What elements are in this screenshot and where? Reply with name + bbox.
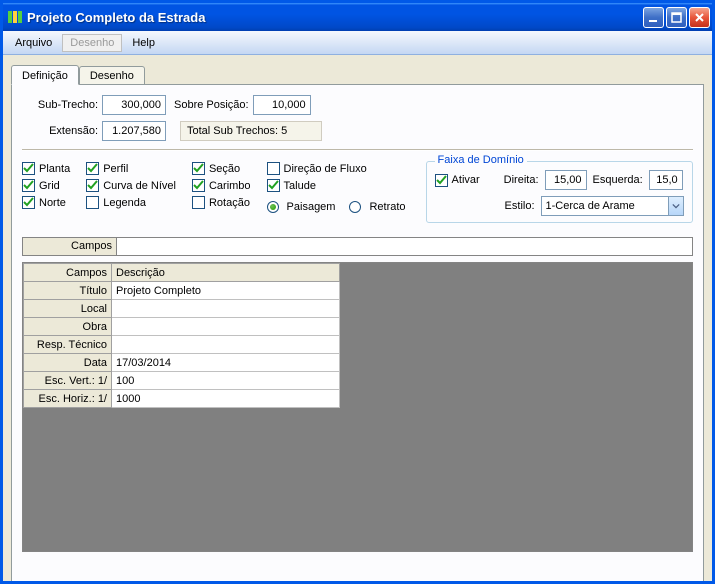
app-window: Projeto Completo da Estrada Arquivo Dese… [0,0,715,584]
app-icon [7,9,23,25]
direita-input[interactable] [545,170,587,190]
maximize-button[interactable] [666,7,687,28]
data-grid[interactable]: Campos Descrição TítuloProjeto Completo … [23,263,340,408]
chk-talude-label: Talude [284,180,316,192]
table-row: Campos Descrição [24,264,340,282]
table-row: Esc. Horiz.: 1/1000 [24,390,340,408]
chk-norte-label: Norte [39,197,66,209]
top-fields-row1: Sub-Trecho: Sobre Posição: [22,95,693,115]
sub-trecho-label: Sub-Trecho: [22,99,98,111]
content-area: Definição Desenho Sub-Trecho: Sobre Posi… [3,55,712,581]
estilo-value: 1-Cerca de Arame [542,200,668,212]
window-controls [643,7,710,28]
menu-arquivo[interactable]: Arquivo [7,34,60,52]
sobre-posicao-input[interactable] [253,95,311,115]
sobre-posicao-label: Sobre Posição: [174,99,249,111]
menu-desenho: Desenho [62,34,122,52]
chk-curva-nivel-label: Curva de Nível [103,180,176,192]
chk-secao[interactable] [192,162,205,175]
extensao-input[interactable] [102,121,166,141]
chk-planta-label: Planta [39,163,70,175]
estilo-combo[interactable]: 1-Cerca de Arame [541,196,684,216]
total-sub-trechos: Total Sub Trechos: 5 [180,121,322,141]
chk-rotacao[interactable] [192,196,205,209]
radio-retrato-label: Retrato [369,201,405,213]
tab-strip: Definição Desenho [11,63,704,84]
chk-perfil-label: Perfil [103,163,128,175]
chk-curva-nivel[interactable] [86,179,99,192]
radio-paisagem[interactable] [267,201,279,213]
chk-perfil[interactable] [86,162,99,175]
radio-paisagem-label: Paisagem [287,201,336,213]
menu-help[interactable]: Help [124,34,163,52]
chk-ativar-label: Ativar [452,174,480,186]
chk-grid[interactable] [22,179,35,192]
table-row: Obra [24,318,340,336]
sub-trecho-input[interactable] [102,95,166,115]
campos-header-label: Campos [22,237,117,256]
chk-ativar[interactable] [435,174,448,187]
chk-direcao-fluxo-label: Direção de Fluxo [284,163,367,175]
chk-legenda-label: Legenda [103,197,146,209]
table-row: Esc. Vert.: 1/100 [24,372,340,390]
faixa-legend: Faixa de Domínio [435,154,527,166]
radio-retrato[interactable] [349,201,361,213]
tab-definicao[interactable]: Definição [11,65,79,85]
grid-col-descricao: Descrição [112,264,340,282]
chevron-down-icon [668,197,683,215]
grid-col-campos: Campos [24,264,112,282]
options-area: Planta Grid Norte Perfil Curva de Nível … [22,161,693,223]
chk-carimbo-label: Carimbo [209,180,251,192]
table-row: TítuloProjeto Completo [24,282,340,300]
campos-header-row: Campos [22,237,693,256]
chk-grid-label: Grid [39,180,60,192]
chk-planta[interactable] [22,162,35,175]
table-row: Data17/03/2014 [24,354,340,372]
esquerda-input[interactable] [649,170,683,190]
extensao-label: Extensão: [22,125,98,137]
chk-direcao-fluxo[interactable] [267,162,280,175]
chk-carimbo[interactable] [192,179,205,192]
window-title: Projeto Completo da Estrada [27,10,643,25]
close-button[interactable] [689,7,710,28]
estilo-label: Estilo: [505,200,535,212]
esquerda-label: Esquerda: [593,174,643,186]
table-row: Local [24,300,340,318]
chk-talude[interactable] [267,179,280,192]
chk-norte[interactable] [22,196,35,209]
faixa-dominio-fieldset: Faixa de Domínio Ativar Direita: Esquerd… [426,161,693,223]
minimize-button[interactable] [643,7,664,28]
tab-desenho[interactable]: Desenho [79,66,145,84]
separator [22,149,693,151]
tab-panel-definicao: Sub-Trecho: Sobre Posição: Extensão: Tot… [11,84,704,581]
menu-bar: Arquivo Desenho Help [3,31,712,55]
direita-label: Direita: [504,174,539,186]
checkbox-grid: Planta Grid Norte Perfil Curva de Nível … [22,161,406,215]
top-fields-row2: Extensão: Total Sub Trechos: 5 [22,121,693,141]
table-row: Resp. Técnico [24,336,340,354]
data-grid-area: Campos Descrição TítuloProjeto Completo … [22,262,693,552]
chk-legenda[interactable] [86,196,99,209]
chk-secao-label: Seção [209,163,240,175]
chk-rotacao-label: Rotação [209,197,250,209]
campos-header-field[interactable] [117,237,693,256]
title-bar: Projeto Completo da Estrada [3,3,712,31]
